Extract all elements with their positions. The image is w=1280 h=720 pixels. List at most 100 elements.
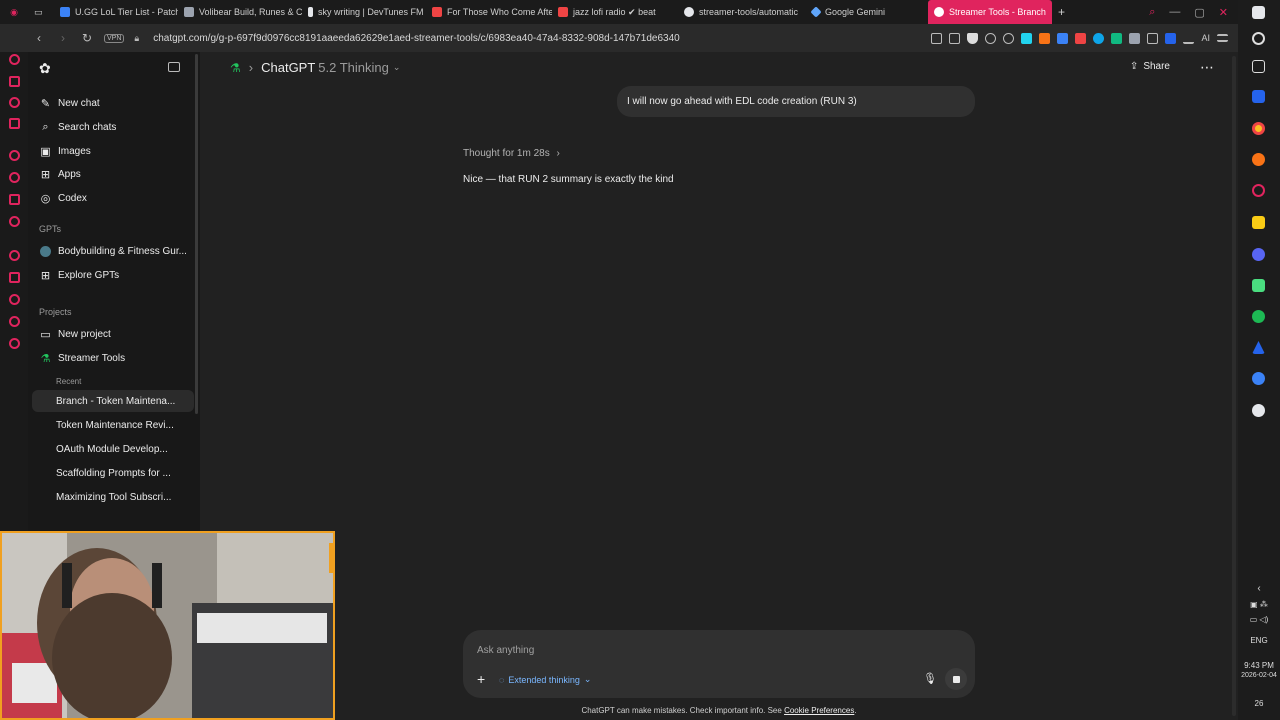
- chatgpt-logo-icon[interactable]: ✿: [39, 60, 51, 77]
- explore-gpts-button[interactable]: ⊞ Explore GPTs: [32, 264, 194, 286]
- share-button[interactable]: ⇪ Share: [1130, 61, 1170, 72]
- sidepanel-app-icon[interactable]: [9, 76, 20, 87]
- extension-icon[interactable]: [1129, 32, 1141, 44]
- copilot-icon[interactable]: [1252, 90, 1265, 103]
- browser-tab[interactable]: sky writing | DevTunes FM: [302, 0, 426, 24]
- prompt-input[interactable]: [477, 642, 897, 658]
- sidepanel-app-icon[interactable]: [9, 172, 20, 183]
- chevron-left-icon[interactable]: ‹: [1238, 583, 1280, 594]
- vpn-badge[interactable]: VPN: [104, 33, 125, 43]
- extension-icon[interactable]: [1039, 32, 1051, 44]
- microphone-icon[interactable]: 🎙︎: [923, 672, 937, 685]
- back-icon[interactable]: ‹: [32, 31, 46, 45]
- browser-tab[interactable]: Volibear Build, Runes & C: [178, 0, 302, 24]
- screenshot-icon[interactable]: [949, 32, 961, 44]
- language-indicator[interactable]: ENG: [1238, 636, 1280, 645]
- sidepanel-clock-icon[interactable]: [9, 316, 20, 327]
- sidepanel-app-icon[interactable]: [9, 216, 20, 227]
- search-icon[interactable]: [1252, 32, 1265, 45]
- task-view-icon[interactable]: [1252, 60, 1265, 73]
- chrome-icon[interactable]: [1252, 122, 1265, 135]
- app-icon[interactable]: [1252, 341, 1265, 354]
- spotify-icon[interactable]: [1252, 310, 1265, 323]
- notepad-icon[interactable]: [1252, 279, 1265, 292]
- browser-tab[interactable]: streamer-tools/automatic: [678, 0, 806, 24]
- windows-start-icon[interactable]: [1252, 6, 1265, 19]
- browser-tab[interactable]: jazz lofi radio ✔ beat: [552, 0, 678, 24]
- minimize-icon[interactable]: —: [1169, 6, 1180, 19]
- clock-time[interactable]: 9:43 PM: [1238, 661, 1280, 670]
- add-attachment-icon[interactable]: +: [477, 671, 485, 687]
- sidepanel-settings-icon[interactable]: [9, 338, 20, 349]
- opera-icon[interactable]: [1252, 184, 1265, 197]
- new-chat-button[interactable]: ✎ New chat: [32, 92, 194, 114]
- sidebar-item-codex[interactable]: ◎ Codex: [32, 187, 194, 209]
- browser-tab-active[interactable]: Streamer Tools - Branch: [928, 0, 1052, 24]
- bookmark-icon[interactable]: [931, 32, 943, 44]
- extension-icon[interactable]: [1075, 32, 1087, 44]
- ai-button[interactable]: AI: [1201, 33, 1210, 43]
- browser-tab[interactable]: U.GG LoL Tier List - Patch: [54, 0, 178, 24]
- play-icon[interactable]: [985, 32, 997, 44]
- tray-icons[interactable]: ▣ ⁂: [1238, 600, 1280, 609]
- new-tab-button[interactable]: +: [1052, 0, 1072, 24]
- sidepanel-x-icon[interactable]: [9, 194, 20, 205]
- search-tabs-icon[interactable]: ⌕: [1149, 6, 1155, 19]
- search-chats-button[interactable]: ⌕ Search chats: [32, 116, 194, 138]
- extended-thinking-button[interactable]: ◌ Extended thinking ⌄: [499, 674, 591, 685]
- download-icon[interactable]: [1183, 33, 1195, 44]
- thought-toggle[interactable]: Thought for 1m 28s ›: [463, 148, 560, 159]
- browser-tab[interactable]: For Those Who Come Afte: [426, 0, 552, 24]
- sidebar-scrollbar[interactable]: [195, 54, 198, 414]
- location-icon[interactable]: [1252, 372, 1265, 385]
- app-icon[interactable]: [1252, 404, 1265, 417]
- extension-icon[interactable]: [1111, 32, 1123, 44]
- sidebar-item-project[interactable]: ⚗ Streamer Tools: [32, 347, 194, 369]
- recent-chat-item[interactable]: Branch - Token Maintena...: [32, 390, 194, 412]
- sidepanel-app-icon[interactable]: [9, 118, 20, 129]
- file-explorer-icon[interactable]: [1252, 216, 1265, 229]
- forward-icon[interactable]: ›: [56, 31, 70, 45]
- clock-date[interactable]: 2026-02-04: [1238, 672, 1280, 679]
- close-sidebar-icon[interactable]: [168, 62, 180, 72]
- heart-icon[interactable]: [1003, 32, 1015, 44]
- reload-icon[interactable]: ↻: [80, 31, 94, 45]
- sidebar-item-gpt[interactable]: Bodybuilding & Fitness Gur...: [32, 240, 194, 262]
- main-scrollbar[interactable]: [1232, 56, 1236, 716]
- firefox-icon[interactable]: [1252, 153, 1265, 166]
- sidepanel-app-icon[interactable]: [9, 150, 20, 161]
- close-icon[interactable]: ✕: [1219, 6, 1228, 19]
- discord-icon[interactable]: [1252, 248, 1265, 261]
- menu-icon[interactable]: [1217, 34, 1228, 42]
- recent-chat-item[interactable]: Maximizing Tool Subscri...: [32, 486, 194, 508]
- extension-icon[interactable]: [1057, 32, 1069, 44]
- recent-chat-item[interactable]: Token Maintenance Revi...: [32, 414, 194, 436]
- volume-icon[interactable]: ▭ ◁): [1238, 615, 1280, 624]
- url-field[interactable]: chatgpt.com/g/g-p-697f9d0976cc8191aaeeda…: [153, 33, 680, 44]
- profile-icon[interactable]: [1165, 32, 1177, 44]
- recent-chat-item[interactable]: Scaffolding Prompts for ...: [32, 462, 194, 484]
- browser-tab[interactable]: Google Gemini: [806, 0, 928, 24]
- sidebar-item-apps[interactable]: ⊞ Apps: [32, 163, 194, 185]
- new-project-button[interactable]: ▭ New project: [32, 323, 194, 345]
- recent-chat-item[interactable]: OAuth Module Develop...: [32, 438, 194, 460]
- maximize-icon[interactable]: ▢: [1194, 6, 1204, 19]
- puzzle-icon[interactable]: [1147, 32, 1159, 44]
- tab-overview-icon[interactable]: ▭: [28, 0, 54, 24]
- extension-icon[interactable]: [1093, 32, 1105, 44]
- extension-icon[interactable]: [1021, 32, 1033, 44]
- cookie-preferences-link[interactable]: Cookie Preferences: [784, 706, 854, 715]
- sidepanel-app-icon[interactable]: [9, 97, 20, 108]
- shield-icon[interactable]: [967, 32, 979, 44]
- sidepanel-app-icon[interactable]: [9, 54, 20, 65]
- notification-badge[interactable]: 26: [1238, 699, 1280, 708]
- lock-icon[interactable]: 🔒︎: [134, 33, 139, 44]
- more-options-icon[interactable]: ⋯: [1200, 59, 1214, 76]
- model-selector[interactable]: ⚗ › ChatGPT 5.2 Thinking ⌄: [230, 60, 400, 75]
- stop-generating-button[interactable]: [945, 668, 967, 690]
- sidebar-item-images[interactable]: ▣ Images: [32, 140, 194, 162]
- browser-menu-icon[interactable]: ◉: [0, 0, 28, 24]
- sidepanel-app-icon[interactable]: [9, 272, 20, 283]
- sidepanel-app-icon[interactable]: [9, 250, 20, 261]
- sidepanel-app-icon[interactable]: [9, 294, 20, 305]
